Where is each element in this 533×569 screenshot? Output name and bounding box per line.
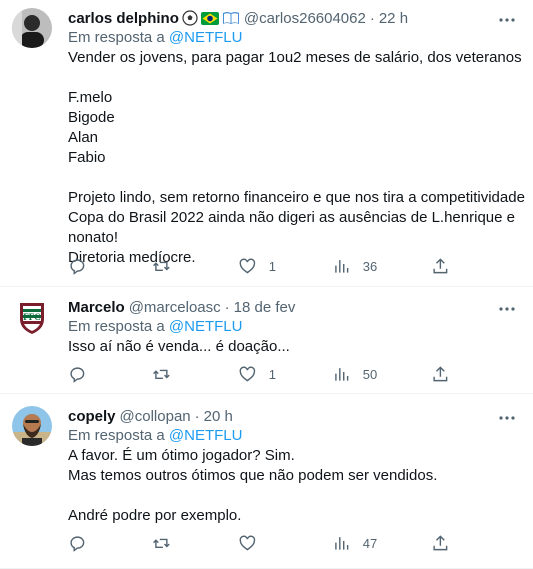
- reply-icon: [70, 259, 85, 275]
- action-bar: 1 36: [68, 257, 517, 277]
- text-line: André podre por exemplo.: [68, 507, 242, 524]
- tweet[interactable]: carlos delphino @carlos26604062 · 22 h E…: [0, 0, 533, 287]
- retweet-icon: [153, 369, 170, 379]
- separator-dot: ·: [224, 298, 230, 316]
- view-count: 50: [362, 366, 378, 382]
- replying-label: Em resposta a: [68, 318, 165, 335]
- heart-icon: [239, 258, 256, 274]
- views-button[interactable]: 36: [332, 257, 377, 276]
- text-line: Alan: [68, 129, 99, 146]
- timestamp[interactable]: 20 h: [204, 408, 233, 425]
- text-line: Fabio: [68, 149, 106, 166]
- like-count: 1: [268, 366, 276, 382]
- tweet-header: carlos delphino @carlos26604062 · 22 h: [68, 8, 517, 28]
- retweet-icon: [153, 261, 170, 271]
- text-line: [68, 168, 517, 188]
- view-count: 36: [362, 258, 378, 274]
- more-options-icon[interactable]: [497, 10, 517, 30]
- heart-icon: [239, 535, 256, 551]
- text-line: Isso aí não é venda... é doação...: [68, 338, 290, 355]
- replying-label: Em resposta a: [68, 29, 165, 46]
- text-line: [68, 486, 517, 506]
- share-icon: [433, 535, 448, 551]
- timestamp[interactable]: 22 h: [379, 10, 408, 27]
- text-line: Copa do Brasil 2022 ainda não digeri as …: [68, 209, 515, 226]
- replying-to: Em resposta a @NETFLU: [68, 28, 517, 48]
- more-options-icon[interactable]: [497, 408, 517, 428]
- display-name[interactable]: carlos delphino: [68, 10, 179, 27]
- text-line: A favor. É um ótimo jogador? Sim.: [68, 447, 295, 464]
- like-count: 1: [268, 258, 276, 274]
- text-line: nonato!: [68, 229, 119, 246]
- like-button[interactable]: [238, 534, 269, 553]
- replying-to: Em resposta a @NETFLU: [68, 317, 517, 337]
- reply-button[interactable]: [68, 257, 99, 276]
- like-button[interactable]: 1: [238, 365, 276, 384]
- svg-text:FFC: FFC: [23, 312, 41, 322]
- retweet-button[interactable]: [152, 257, 183, 276]
- reply-button[interactable]: [68, 534, 99, 553]
- share-button[interactable]: [431, 534, 450, 553]
- views-button[interactable]: 50: [332, 365, 377, 384]
- replying-label: Em resposta a: [68, 427, 165, 444]
- mention-link[interactable]: @NETFLU: [169, 318, 243, 335]
- analytics-icon: [335, 260, 349, 273]
- mention-link[interactable]: @NETFLU: [169, 29, 243, 46]
- tweet-header: Marcelo @marceloasc · 18 de fev: [68, 297, 517, 317]
- retweet-button[interactable]: [152, 534, 183, 553]
- text-line: Vender os jovens, para pagar 1ou2 meses …: [68, 49, 522, 66]
- reply-feed: carlos delphino @carlos26604062 · 22 h E…: [0, 0, 533, 569]
- view-count: 47: [362, 535, 378, 551]
- analytics-icon: [335, 537, 349, 550]
- share-icon: [433, 366, 448, 382]
- share-icon: [433, 258, 448, 274]
- tweet[interactable]: FFC Marcelo @marceloasc · 18 de fev Em r…: [0, 287, 533, 394]
- brazil-flag-icon: [200, 11, 219, 25]
- views-button[interactable]: 47: [332, 534, 377, 553]
- soccer-ball-icon: [182, 10, 198, 26]
- more-options-icon[interactable]: [497, 299, 517, 319]
- text-line: Mas temos outros ótimos que não podem se…: [68, 467, 438, 484]
- avatar[interactable]: FFC: [12, 297, 52, 337]
- mention-link[interactable]: @NETFLU: [169, 427, 243, 444]
- tweet-header: copely @collopan · 20 h: [68, 406, 517, 426]
- reply-icon: [70, 536, 85, 552]
- user-handle[interactable]: @collopan: [120, 408, 191, 425]
- display-name[interactable]: copely: [68, 408, 116, 425]
- heart-icon: [239, 366, 256, 382]
- text-line: Projeto lindo, sem retorno financeiro e …: [68, 189, 525, 206]
- text-line: Bigode: [68, 109, 115, 126]
- retweet-button[interactable]: [152, 365, 183, 384]
- text-line: F.melo: [68, 89, 113, 106]
- text-line: [68, 68, 517, 88]
- reply-icon: [70, 367, 85, 383]
- separator-dot: ·: [194, 407, 200, 425]
- share-button[interactable]: [431, 257, 450, 276]
- tweet-text: A favor. É um ótimo jogador? Sim. Mas te…: [68, 446, 517, 526]
- action-bar: 47: [68, 534, 517, 554]
- replying-to: Em resposta a @NETFLU: [68, 426, 517, 446]
- tweet-text: Vender os jovens, para pagar 1ou2 meses …: [68, 48, 525, 268]
- reply-button[interactable]: [68, 365, 99, 384]
- like-button[interactable]: 1: [238, 257, 276, 276]
- avatar[interactable]: [12, 8, 52, 48]
- separator-dot: ·: [369, 9, 375, 27]
- share-button[interactable]: [431, 365, 450, 384]
- user-handle[interactable]: @carlos26604062: [244, 10, 366, 27]
- display-name[interactable]: Marcelo: [68, 299, 125, 316]
- tweet-text: Isso aí não é venda... é doação...: [68, 337, 517, 357]
- action-bar: 1 50: [68, 365, 517, 385]
- avatar[interactable]: [12, 406, 52, 446]
- user-handle[interactable]: @marceloasc: [129, 299, 221, 316]
- open-book-icon: [222, 11, 240, 25]
- tweet[interactable]: copely @collopan · 20 h Em resposta a @N…: [0, 394, 533, 569]
- retweet-icon: [153, 538, 170, 548]
- analytics-icon: [335, 368, 349, 381]
- timestamp[interactable]: 18 de fev: [234, 299, 296, 316]
